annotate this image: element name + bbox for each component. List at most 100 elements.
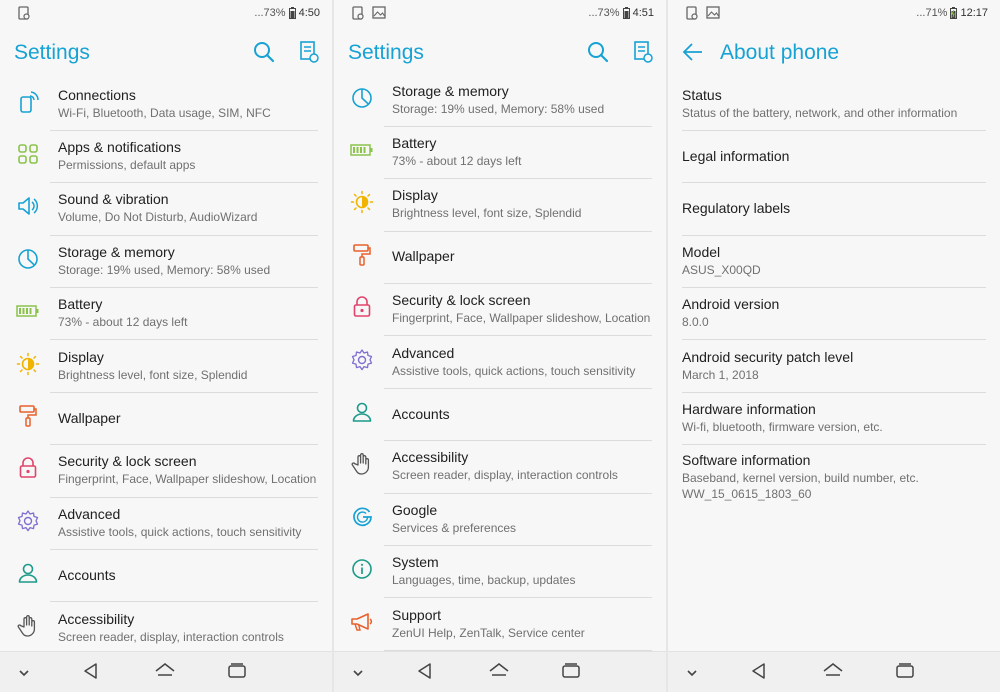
nav-home-icon[interactable] xyxy=(822,662,844,685)
item-title: Regulatory labels xyxy=(682,199,791,216)
item-subtitle: Wi-fi, bluetooth, firmware version, etc. xyxy=(682,420,883,435)
screenshot-notification-icon xyxy=(686,6,698,20)
person-icon xyxy=(17,562,39,589)
quick-settings-icon[interactable] xyxy=(298,40,320,69)
status-bar: ...73% 4:50 xyxy=(0,0,332,28)
about-item-regulatory-labels[interactable]: Regulatory labels xyxy=(668,183,1000,236)
about-item-software-information[interactable]: Software information Baseband, kernel ver… xyxy=(668,445,1000,509)
item-subtitle: Brightness level, font size, Splendid xyxy=(58,367,248,382)
about-item-security-patch-level[interactable]: Android security patch level March 1, 201… xyxy=(668,340,1000,393)
settings-item-accounts[interactable]: Accounts xyxy=(334,388,666,442)
item-subtitle: Fingerprint, Face, Wallpaper slideshow, … xyxy=(392,311,651,326)
settings-item-wallpaper[interactable]: Wallpaper xyxy=(334,231,666,285)
item-subtitle: Volume, Do Not Disturb, AudioWizard xyxy=(58,210,258,225)
storage-pie-icon xyxy=(351,87,373,114)
collapse-chevron-icon[interactable] xyxy=(16,666,32,684)
settings-item-security[interactable]: Security & lock screen Fingerprint, Face,… xyxy=(0,445,332,498)
quick-settings-icon[interactable] xyxy=(632,40,654,69)
nav-recent-apps-icon[interactable] xyxy=(894,662,916,685)
navigation-bar xyxy=(668,651,1000,692)
settings-item-google[interactable]: Google Services & preferences xyxy=(334,493,666,547)
battery-icon xyxy=(350,143,374,162)
nav-back-icon[interactable] xyxy=(82,662,100,685)
about-item-android-version[interactable]: Android version 8.0.0 xyxy=(668,288,1000,341)
item-subtitle: Assistive tools, quick actions, touch se… xyxy=(58,524,302,539)
nav-home-icon[interactable] xyxy=(488,662,510,685)
settings-item-advanced[interactable]: Advanced Assistive tools, quick actions, … xyxy=(334,336,666,389)
nav-recent-apps-icon[interactable] xyxy=(226,662,248,685)
item-title: Storage & memory xyxy=(392,82,509,99)
item-title: Accounts xyxy=(58,566,116,583)
battery-icon xyxy=(16,304,40,323)
search-icon[interactable] xyxy=(252,40,276,69)
settings-item-display[interactable]: Display Brightness level, font size, Sple… xyxy=(0,340,332,393)
settings-item-support[interactable]: Support ZenUI Help, ZenTalk, Service cent… xyxy=(334,598,666,651)
item-subtitle: Assistive tools, quick actions, touch se… xyxy=(392,363,636,378)
nav-back-icon[interactable] xyxy=(750,662,768,685)
info-icon xyxy=(351,558,373,585)
item-title: Accessibility xyxy=(392,449,469,466)
item-subtitle: 8.0.0 xyxy=(682,315,709,330)
settings-item-display[interactable]: Display Brightness level, font size, Sple… xyxy=(334,179,666,232)
about-phone-screen: ...71% 12:17 About phone Status Status of… xyxy=(668,0,1000,692)
settings-item-wallpaper[interactable]: Wallpaper xyxy=(0,392,332,446)
page-title: About phone xyxy=(720,41,840,64)
storage-pie-icon xyxy=(17,248,39,275)
item-title: Wallpaper xyxy=(58,409,121,426)
item-title: Sound & vibration xyxy=(58,191,169,208)
item-subtitle: Languages, time, backup, updates xyxy=(392,573,576,588)
page-title: Settings xyxy=(348,41,424,64)
settings-item-sound[interactable]: Sound & vibration Volume, Do Not Disturb,… xyxy=(0,183,332,236)
hand-icon xyxy=(17,614,39,643)
item-title: System xyxy=(392,554,439,571)
image-notification-icon xyxy=(372,6,386,20)
brightness-icon xyxy=(350,190,374,219)
settings-screen-2: ...73% 4:51 Settings Storage & memory St… xyxy=(334,0,666,692)
item-title: Android security patch level xyxy=(682,348,854,365)
settings-item-security[interactable]: Security & lock screen Fingerprint, Face,… xyxy=(334,284,666,337)
about-item-hardware-information[interactable]: Hardware information Wi-fi, bluetooth, fi… xyxy=(668,392,1000,446)
item-subtitle: ASUS_X00QD xyxy=(682,262,761,277)
paint-roller-icon xyxy=(17,404,39,433)
settings-item-accounts[interactable]: Accounts xyxy=(0,550,332,603)
item-title: Hardware information xyxy=(682,401,816,418)
screenshots-row: ...73% 4:50 Settings ConnectionsWi-Fi, xyxy=(0,0,1000,692)
battery-percent: ...73% xyxy=(254,7,286,19)
back-arrow-icon[interactable] xyxy=(682,42,704,67)
settings-item-apps[interactable]: Apps & notifications Permissions, default… xyxy=(0,130,332,184)
settings-item-advanced[interactable]: Advanced Assistive tools, quick actions, … xyxy=(0,497,332,551)
settings-item-storage[interactable]: Storage & memory Storage: 19% used, Memor… xyxy=(0,235,332,289)
hand-icon xyxy=(351,452,373,481)
connections-icon xyxy=(16,90,40,119)
collapse-chevron-icon[interactable] xyxy=(350,666,366,684)
about-item-status[interactable]: Status Status of the battery, network, an… xyxy=(668,78,1000,131)
clock: 4:50 xyxy=(298,7,320,19)
settings-item-accessibility[interactable]: Accessibility Screen reader, display, int… xyxy=(0,602,332,655)
about-item-legal-information[interactable]: Legal information xyxy=(668,130,1000,184)
settings-item-accessibility[interactable]: Accessibility Screen reader, display, int… xyxy=(334,441,666,494)
navigation-bar xyxy=(334,651,666,692)
settings-item-connections[interactable]: Connections Wi-Fi, Bluetooth, Data usage,… xyxy=(0,78,332,131)
search-icon[interactable] xyxy=(586,40,610,69)
about-item-model[interactable]: Model ASUS_X00QD xyxy=(668,235,1000,289)
build-number: WW_15_0615_1803_60 xyxy=(682,486,812,501)
item-subtitle: March 1, 2018 xyxy=(682,367,759,382)
settings-item-storage[interactable]: Storage & memory Storage: 19% used, Memor… xyxy=(334,74,666,127)
paint-roller-icon xyxy=(351,243,373,272)
collapse-chevron-icon[interactable] xyxy=(684,666,700,684)
status-bar: ...73% 4:51 xyxy=(334,0,666,28)
settings-item-battery[interactable]: Battery 73% - about 12 days left xyxy=(0,288,332,341)
nav-back-icon[interactable] xyxy=(416,662,434,685)
nav-home-icon[interactable] xyxy=(154,662,176,685)
item-subtitle: Screen reader, display, interaction cont… xyxy=(392,468,618,483)
person-icon xyxy=(351,401,373,428)
app-bar: Settings xyxy=(0,28,332,78)
nav-recent-apps-icon[interactable] xyxy=(560,662,582,685)
brightness-icon xyxy=(16,352,40,381)
item-title: Software information xyxy=(682,451,811,468)
page-title: Settings xyxy=(14,41,90,64)
settings-item-battery[interactable]: Battery 73% - about 12 days left xyxy=(334,126,666,180)
settings-item-system[interactable]: System Languages, time, backup, updates xyxy=(334,546,666,599)
settings-list: Storage & memory Storage: 19% used, Memor… xyxy=(334,74,666,651)
item-subtitle: Permissions, default apps xyxy=(58,158,196,173)
